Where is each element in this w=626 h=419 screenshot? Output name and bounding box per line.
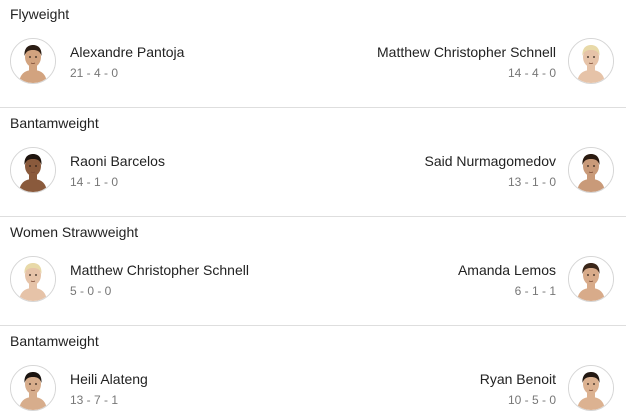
- fighter-headshot-icon[interactable]: [10, 256, 56, 302]
- fighter-name[interactable]: Heili Alateng: [70, 371, 148, 387]
- bout-row[interactable]: Bantamweight Heili Alateng 13 - 7 - 1 Ry…: [0, 327, 626, 419]
- fighter-record: 14 - 4 - 0: [507, 66, 556, 80]
- fighter-record: 5 - 0 - 0: [70, 284, 112, 298]
- fighter-headshot-icon[interactable]: [568, 365, 614, 411]
- fighter-name[interactable]: Ryan Benoit: [480, 371, 556, 387]
- weight-class-label: Bantamweight: [10, 333, 99, 349]
- fighter-name[interactable]: Said Nurmagomedov: [424, 153, 556, 169]
- bout-row[interactable]: Bantamweight Raoni Barcelos 14 - 1 - 0 S…: [0, 109, 626, 217]
- fighter-headshot-icon[interactable]: [10, 38, 56, 84]
- fighter-name[interactable]: Alexandre Pantoja: [70, 44, 184, 60]
- fighter-headshot-icon[interactable]: [568, 38, 614, 84]
- fighter-name[interactable]: Matthew Christopher Schnell: [70, 262, 249, 278]
- fighter-headshot-icon[interactable]: [10, 365, 56, 411]
- fighter-name[interactable]: Raoni Barcelos: [70, 153, 165, 169]
- fighter-headshot-icon[interactable]: [10, 147, 56, 193]
- fighter-name[interactable]: Matthew Christopher Schnell: [377, 44, 556, 60]
- fighter-record: 14 - 1 - 0: [70, 175, 119, 189]
- bout-row[interactable]: Flyweight Alexandre Pantoja 21 - 4 - 0 M…: [0, 0, 626, 108]
- fighter-headshot-icon[interactable]: [568, 147, 614, 193]
- weight-class-label: Women Strawweight: [10, 224, 139, 240]
- fighter-record: 13 - 7 - 1: [70, 393, 119, 407]
- fighter-headshot-icon[interactable]: [568, 256, 614, 302]
- weight-class-label: Bantamweight: [10, 115, 99, 131]
- bout-row[interactable]: Women Strawweight Matthew Christopher Sc…: [0, 218, 626, 326]
- fighter-record: 21 - 4 - 0: [70, 66, 119, 80]
- weight-class-label: Flyweight: [10, 6, 70, 22]
- fighter-record: 10 - 5 - 0: [507, 393, 556, 407]
- fighter-record: 6 - 1 - 1: [514, 284, 556, 298]
- fighter-record: 13 - 1 - 0: [507, 175, 556, 189]
- fighter-name[interactable]: Amanda Lemos: [458, 262, 556, 278]
- fight-card: Flyweight Alexandre Pantoja 21 - 4 - 0 M…: [0, 0, 626, 419]
